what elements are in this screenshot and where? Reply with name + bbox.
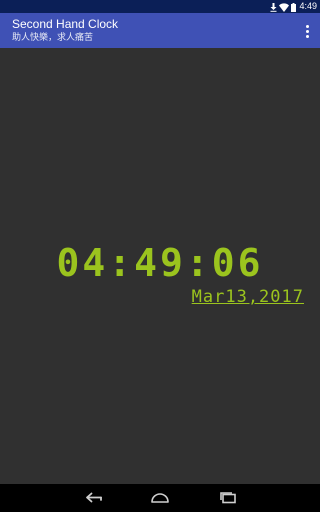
status-bar: 4:49 [0, 0, 320, 13]
app-subtitle: 助人快樂，求人痛苦 [12, 33, 94, 43]
more-vert-icon[interactable] [300, 21, 314, 41]
recents-icon[interactable] [213, 488, 243, 508]
status-icons [270, 2, 296, 12]
back-icon[interactable] [78, 488, 108, 508]
status-time: 4:49 [299, 1, 317, 11]
clock-area: 04:49:06 Mar13,2017 [0, 48, 320, 484]
app-bar: Second Hand Clock 助人快樂，求人痛苦 [0, 13, 320, 48]
app-title: Second Hand Clock [12, 17, 119, 31]
home-icon[interactable] [145, 488, 175, 508]
clock-time: 04:49:06 [56, 241, 264, 285]
clock-date: Mar13,2017 [191, 287, 304, 307]
navigation-bar [0, 484, 320, 512]
